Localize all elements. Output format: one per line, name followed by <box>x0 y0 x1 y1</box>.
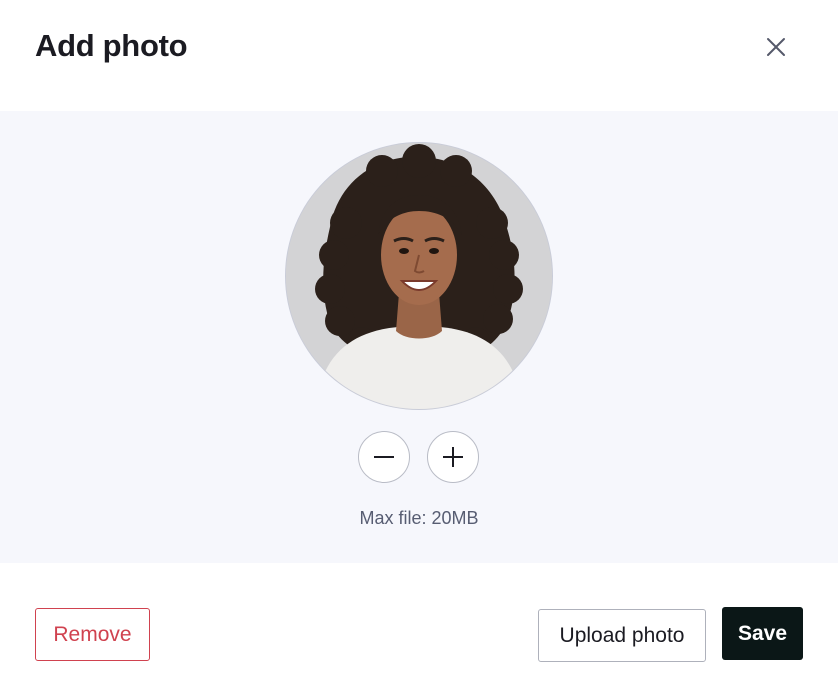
plus-icon <box>443 447 463 467</box>
profile-photo[interactable] <box>286 143 552 409</box>
dialog-header: Add photo <box>0 0 838 111</box>
person-portrait-image <box>286 143 552 409</box>
dialog-title: Add photo <box>35 28 188 63</box>
remove-button[interactable]: Remove <box>35 608 150 661</box>
zoom-out-button[interactable] <box>358 431 410 483</box>
dialog-footer: Remove Upload photo Save <box>0 563 838 700</box>
add-photo-dialog: Add photo Max file: 20MB Remove Upload p… <box>0 0 838 700</box>
zoom-in-button[interactable] <box>427 431 479 483</box>
minus-icon <box>374 456 394 458</box>
upload-photo-button[interactable]: Upload photo <box>538 609 706 662</box>
max-file-size-note: Max file: 20MB <box>359 508 479 528</box>
save-button[interactable]: Save <box>722 607 803 660</box>
close-button[interactable] <box>756 27 796 67</box>
close-icon <box>767 38 785 56</box>
photo-preview-area: Max file: 20MB <box>0 111 838 563</box>
